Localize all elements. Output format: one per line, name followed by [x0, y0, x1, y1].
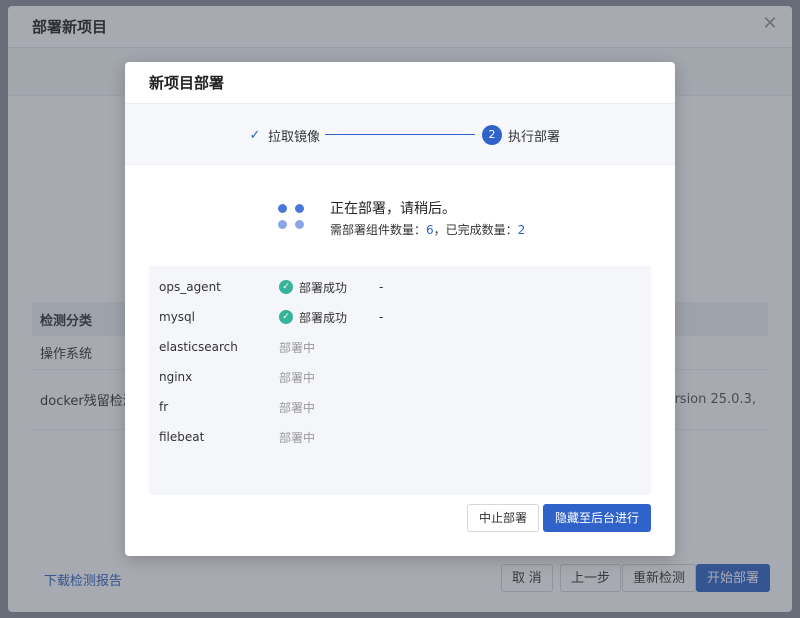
modal-title: 新项目部署 [125, 62, 675, 104]
component-extra: - [379, 280, 384, 294]
done-count: 2 [517, 223, 526, 237]
list-item: fr 部署中 [149, 392, 651, 422]
step-connector [325, 134, 475, 135]
success-check-icon: ✓ [279, 280, 293, 294]
modal-footer: 中止部署 隐藏至后台进行 [466, 504, 651, 532]
steps-bar: ✓ 拉取镜像 2 执行部署 [125, 104, 675, 165]
component-name: mysql [159, 310, 195, 324]
component-name: elasticsearch [159, 340, 238, 354]
status-title: 正在部署，请稍后。 [330, 201, 456, 217]
component-name: ops_agent [159, 280, 221, 294]
success-check-icon: ✓ [279, 310, 293, 324]
loading-icon [278, 204, 306, 232]
component-extra: - [379, 310, 384, 324]
component-status: 部署中 [279, 370, 316, 385]
step-execute-deploy: 2 执行部署 [482, 124, 560, 146]
status-summary: 需部署组件数量：6，已完成数量：2 [330, 223, 526, 237]
deploy-modal: 新项目部署 ✓ 拉取镜像 2 执行部署 正在部署，请稍后。 需部署组件数量：6，… [125, 62, 675, 556]
component-list: ops_agent ✓ 部署成功 - mysql ✓ 部署成功 - elasti… [149, 266, 651, 495]
total-count: 6 [426, 223, 434, 237]
list-item: filebeat 部署中 [149, 422, 651, 452]
stop-deploy-button[interactable]: 中止部署 [466, 504, 539, 532]
component-status: ✓ 部署成功 [279, 279, 347, 296]
component-name: filebeat [159, 430, 205, 444]
step-label: 拉取镜像 [268, 129, 321, 145]
component-status: ✓ 部署成功 [279, 309, 347, 326]
list-item: mysql ✓ 部署成功 - [149, 302, 651, 332]
check-icon: ✓ [249, 127, 261, 143]
list-item: ops_agent ✓ 部署成功 - [149, 272, 651, 302]
component-status: 部署中 [279, 430, 316, 445]
component-status: 部署中 [279, 340, 316, 355]
component-name: fr [159, 400, 169, 414]
step-pull-image: ✓ 拉取镜像 [248, 124, 320, 146]
list-item: nginx 部署中 [149, 362, 651, 392]
list-item: elasticsearch 部署中 [149, 332, 651, 362]
step-label: 执行部署 [508, 129, 561, 145]
component-status: 部署中 [279, 400, 316, 415]
hide-background-button[interactable]: 隐藏至后台进行 [542, 504, 651, 532]
step-number: 2 [482, 125, 502, 145]
component-name: nginx [159, 370, 193, 384]
